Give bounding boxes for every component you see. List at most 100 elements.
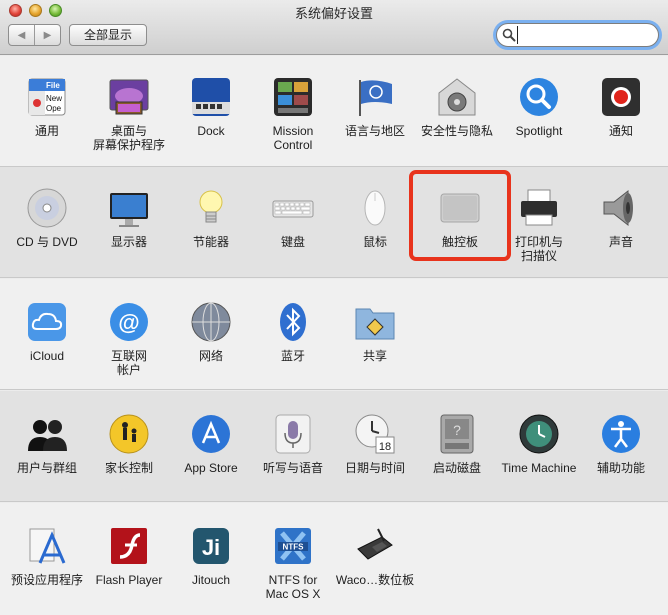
pane-label: 安全性与隐私 xyxy=(420,124,493,138)
pane-mouse[interactable]: 鼠标 xyxy=(333,187,417,249)
parental-controls-icon xyxy=(108,413,150,455)
sound-icon xyxy=(600,187,642,229)
pane-label: 语言与地区 xyxy=(344,124,405,138)
pane-security-privacy[interactable]: 安全性与隐私 xyxy=(415,76,499,138)
back-button[interactable]: ◀ xyxy=(9,25,35,45)
mouse-icon xyxy=(354,187,396,229)
pane-app-store[interactable]: App Store xyxy=(169,413,253,475)
pane-label: 键盘 xyxy=(280,235,305,249)
pane-label: 桌面与 屏幕保护程序 xyxy=(92,124,165,152)
pane-label: 家长控制 xyxy=(104,461,153,475)
pane-default-apps[interactable]: 预设应用程序 xyxy=(5,525,89,587)
displays-icon xyxy=(108,187,150,229)
section-personal: File New Ope 通用 桌面与 屏幕保护程序 Dock Mission … xyxy=(0,56,668,167)
pane-internet-accounts[interactable]: @ 互联网 帐户 xyxy=(87,301,171,377)
default-apps-icon xyxy=(26,525,68,567)
pane-label: 启动磁盘 xyxy=(432,461,481,475)
pane-sound[interactable]: 声音 xyxy=(579,187,663,249)
pane-spotlight[interactable]: Spotlight xyxy=(497,76,581,138)
search-input[interactable] xyxy=(517,26,647,44)
jitouch-icon-text: Ji xyxy=(202,535,220,560)
pane-icloud[interactable]: iCloud xyxy=(5,301,89,363)
ntfs-icon: NTFS xyxy=(272,525,314,567)
show-all-button[interactable]: 全部显示 xyxy=(69,24,147,46)
pane-sharing[interactable]: 共享 xyxy=(333,301,417,363)
section-hardware: CD 与 DVD 显示器 节能器 键盘 鼠标 触控板 打印机与 扫描仪 声音 xyxy=(0,167,668,278)
mission-control-icon xyxy=(272,76,314,118)
spotlight-icon xyxy=(518,76,560,118)
pane-energy-saver[interactable]: 节能器 xyxy=(169,187,253,249)
bluetooth-icon xyxy=(272,301,314,343)
pane-label: 网络 xyxy=(198,349,223,363)
flash-player-icon xyxy=(108,525,150,567)
pane-label: App Store xyxy=(184,461,238,475)
general-icon: File New Ope xyxy=(26,76,68,118)
pane-label: 声音 xyxy=(608,235,633,249)
search-field[interactable] xyxy=(496,23,659,47)
pane-parental-controls[interactable]: 家长控制 xyxy=(87,413,171,475)
pane-label: 预设应用程序 xyxy=(10,573,83,587)
general-icon-open-text: Ope xyxy=(46,104,62,113)
system-preferences-window: 系统偏好设置 ◀ ▶ 全部显示 File New Ope 通用 桌面与 屏幕保护… xyxy=(0,0,668,615)
dictation-speech-icon xyxy=(272,413,314,455)
wacom-tablet-icon xyxy=(354,525,396,567)
pane-label: 通知 xyxy=(608,124,633,138)
section-internet: iCloud @ 互联网 帐户 网络 蓝牙 共享 xyxy=(0,279,668,390)
pane-general[interactable]: File New Ope 通用 xyxy=(5,76,89,138)
pane-mission-control[interactable]: Mission Control xyxy=(251,76,335,152)
forward-button[interactable]: ▶ xyxy=(35,25,60,45)
pane-label: 共享 xyxy=(362,349,387,363)
pane-dictation-speech[interactable]: 听写与语音 xyxy=(251,413,335,475)
pane-flash-player[interactable]: Flash Player xyxy=(87,525,171,587)
pane-wacom-tablet[interactable]: Waco…数位板 xyxy=(333,525,417,587)
pane-label: NTFS for Mac OS X xyxy=(265,573,321,601)
pane-label: Mission Control xyxy=(272,124,314,152)
keyboard-icon xyxy=(272,187,314,229)
pane-dock[interactable]: Dock xyxy=(169,76,253,138)
pane-label: Jitouch xyxy=(191,573,231,587)
svg-text:@: @ xyxy=(118,310,139,335)
pane-jitouch[interactable]: Ji Jitouch xyxy=(169,525,253,587)
pane-label: 节能器 xyxy=(192,235,229,249)
users-groups-icon xyxy=(26,413,68,455)
pane-startup-disk[interactable]: ? 启动磁盘 xyxy=(415,413,499,475)
pane-bluetooth[interactable]: 蓝牙 xyxy=(251,301,335,363)
app-store-icon xyxy=(190,413,232,455)
cd-dvd-icon xyxy=(26,187,68,229)
pane-language-region[interactable]: 语言与地区 xyxy=(333,76,417,138)
pane-desktop-screensaver[interactable]: 桌面与 屏幕保护程序 xyxy=(87,76,171,152)
pane-label: CD 与 DVD xyxy=(16,235,78,249)
pane-label: Dock xyxy=(197,124,225,138)
dock-icon xyxy=(190,76,232,118)
pane-network[interactable]: 网络 xyxy=(169,301,253,363)
general-icon-new-text: New xyxy=(46,94,62,103)
pane-keyboard[interactable]: 键盘 xyxy=(251,187,335,249)
internet-accounts-icon: @ xyxy=(108,301,150,343)
pane-label: 鼠标 xyxy=(362,235,387,249)
search-icon xyxy=(502,28,516,42)
pane-label: Time Machine xyxy=(501,461,577,475)
pane-displays[interactable]: 显示器 xyxy=(87,187,171,249)
pane-label: Waco…数位板 xyxy=(335,573,415,587)
pane-label: 显示器 xyxy=(110,235,147,249)
svg-text:?: ? xyxy=(453,422,461,438)
pane-cd-dvd[interactable]: CD 与 DVD xyxy=(5,187,89,249)
pane-users-groups[interactable]: 用户与群组 xyxy=(5,413,89,475)
pane-label: 蓝牙 xyxy=(280,349,305,363)
date-time-icon: 18 xyxy=(354,413,396,455)
pane-label: 通用 xyxy=(34,124,59,138)
startup-disk-icon: ? xyxy=(436,413,478,455)
security-privacy-icon xyxy=(436,76,478,118)
pane-notifications[interactable]: 通知 xyxy=(579,76,663,138)
pane-date-time[interactable]: 18 日期与时间 xyxy=(333,413,417,475)
back-forward-control: ◀ ▶ xyxy=(8,24,61,46)
pane-accessibility[interactable]: 辅助功能 xyxy=(579,413,663,475)
pane-time-machine[interactable]: Time Machine xyxy=(497,413,581,475)
jitouch-icon: Ji xyxy=(190,525,232,567)
pane-ntfs[interactable]: NTFS NTFS for Mac OS X xyxy=(251,525,335,601)
ntfs-icon-text: NTFS xyxy=(283,543,305,552)
notifications-icon xyxy=(600,76,642,118)
window-title: 系统偏好设置 xyxy=(294,6,373,21)
toolbar: 系统偏好设置 ◀ ▶ 全部显示 xyxy=(0,0,668,55)
pane-label: 互联网 帐户 xyxy=(110,349,147,377)
